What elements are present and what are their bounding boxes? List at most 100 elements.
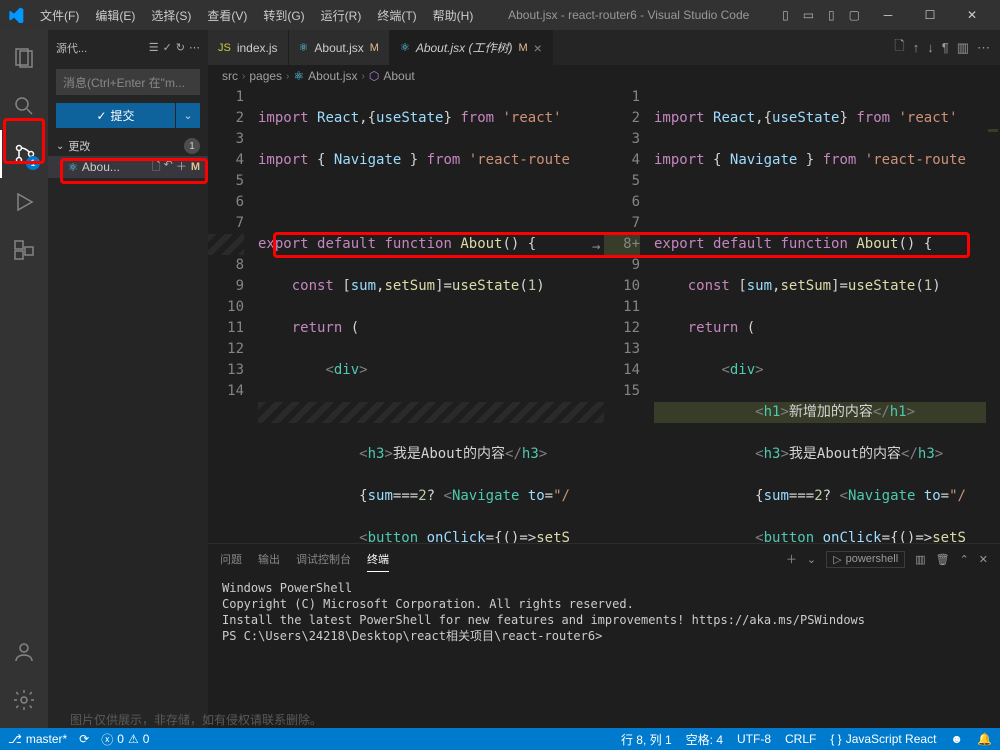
status-sync[interactable]: ⟳ [79, 732, 89, 746]
tab-label: About.jsx (工作树) [416, 39, 513, 56]
commit-button[interactable]: ✓提交 [56, 103, 175, 128]
panel-tab-problems[interactable]: 问题 [220, 547, 242, 571]
tab-modified-badge: M [370, 42, 379, 54]
panel: 问题 输出 调试控制台 终端 ＋ ⌄ ▷powershell ▥ 🗑 ⌃ ✕ W… [208, 543, 1000, 728]
scm-view-tree-icon[interactable]: ☰ [149, 41, 159, 54]
breadcrumbs[interactable]: src› pages› ⚛ About.jsx› ⬡ About [208, 65, 1000, 87]
window-title: About.jsx - react-router6 - Visual Studi… [481, 8, 776, 22]
panel-tab-terminal[interactable]: 终端 [367, 547, 389, 572]
breadcrumb-src[interactable]: src [222, 69, 238, 83]
scm-changed-file[interactable]: ⚛ Abou... 🗋 ↶ ＋ M [48, 156, 208, 178]
status-cursor[interactable]: 行 8, 列 1 [621, 731, 672, 748]
menu-terminal[interactable]: 终端(T) [369, 0, 424, 30]
diff-arrow-icon: → [592, 237, 600, 258]
terminal[interactable]: Windows PowerShell Copyright (C) Microso… [208, 574, 1000, 728]
js-file-icon: JS [218, 42, 231, 54]
scm-refresh-icon[interactable]: ↻ [176, 41, 185, 54]
menu-help[interactable]: 帮助(H) [425, 0, 482, 30]
layout-panel-bottom-icon[interactable]: ▭ [797, 4, 820, 26]
scm-file-name: Abou... [82, 160, 152, 174]
tab-about-jsx-working[interactable]: ⚛ About.jsx (工作树) M × [390, 30, 553, 65]
diff-modified-pane[interactable]: 12345678+9101112131415 import React,{use… [604, 87, 1000, 543]
activity-search[interactable] [0, 82, 48, 130]
status-notifications[interactable]: 🔔 [977, 731, 992, 748]
code-left: import React,{useState} from 'react' imp… [258, 87, 604, 543]
layout-customize-icon[interactable]: ▢ [843, 4, 866, 26]
split-editor-icon[interactable]: ▥ [957, 40, 969, 56]
panel-tab-output[interactable]: 输出 [258, 547, 280, 571]
scm-sidebar: 源代... ☰ ✓ ↻ ⋯ 消息(Ctrl+Enter 在"m... ✓提交 ⌄… [48, 30, 208, 728]
discard-icon[interactable]: ↶ [164, 158, 173, 177]
new-terminal-icon[interactable]: ＋ [786, 551, 797, 567]
breadcrumb-pages[interactable]: pages [249, 69, 282, 83]
scm-message-input[interactable]: 消息(Ctrl+Enter 在"m... [56, 69, 200, 95]
scm-badge: 1 [26, 156, 40, 170]
kill-terminal-icon[interactable]: 🗑 [936, 553, 950, 566]
stage-icon[interactable]: ＋ [176, 158, 187, 177]
scm-commit-check-icon[interactable]: ✓ [163, 41, 172, 54]
menu-run[interactable]: 运行(R) [313, 0, 370, 30]
terminal-profile[interactable]: ▷powershell [826, 551, 905, 568]
status-feedback[interactable]: ☻ [950, 731, 963, 748]
minimap[interactable] [986, 87, 1000, 543]
toggle-whitespace-icon[interactable]: ¶ [942, 40, 949, 55]
status-language[interactable]: { } JavaScript React [830, 731, 936, 748]
menu-edit[interactable]: 编辑(E) [87, 0, 143, 30]
split-terminal-icon[interactable]: ▥ [915, 553, 925, 566]
more-actions-icon[interactable]: ⋯ [977, 40, 990, 56]
window-maximize[interactable]: ☐ [910, 0, 950, 30]
activity-debug[interactable] [0, 178, 48, 226]
gutter-right: 12345678+9101112131415 [604, 87, 654, 543]
open-file-icon[interactable]: 🗋 [152, 158, 161, 177]
activity-explorer[interactable] [0, 34, 48, 82]
go-to-file-icon[interactable]: 🗋 [894, 37, 904, 59]
activity-extensions[interactable] [0, 226, 48, 274]
activity-settings[interactable] [0, 676, 48, 724]
activity-scm[interactable]: 1 [0, 130, 48, 178]
react-file-icon: ⚛ [68, 161, 78, 174]
next-change-icon[interactable]: ↓ [927, 40, 934, 55]
close-icon[interactable]: × [534, 40, 542, 56]
commit-dropdown[interactable]: ⌄ [176, 103, 200, 128]
scm-changes-count: 1 [184, 138, 200, 154]
diff-original-pane[interactable]: 1234567 891011121314 import React,{useSt… [208, 87, 604, 543]
tab-modified-badge: M [519, 42, 528, 54]
status-indent[interactable]: 空格: 4 [686, 731, 723, 748]
new-terminal-dropdown[interactable]: ⌄ [807, 553, 816, 566]
react-file-icon: ⚛ [400, 41, 410, 54]
breadcrumb-file[interactable]: ⚛ About.jsx [293, 69, 357, 83]
menu-file[interactable]: 文件(F) [32, 0, 87, 30]
scm-changes-section[interactable]: ⌄ 更改 1 [48, 136, 208, 156]
status-branch[interactable]: ⎇ master* [8, 732, 67, 746]
tab-label: About.jsx [314, 41, 363, 55]
scm-more-icon[interactable]: ⋯ [189, 41, 200, 54]
layout-panel-left-icon[interactable]: ▯ [776, 4, 795, 26]
layout-panel-right-icon[interactable]: ▯ [822, 4, 841, 26]
close-panel-icon[interactable]: ✕ [979, 553, 988, 566]
breadcrumb-symbol[interactable]: ⬡ About [369, 69, 415, 83]
tab-label: index.js [237, 41, 278, 55]
maximize-panel-icon[interactable]: ⌃ [960, 553, 969, 566]
code-right: import React,{useState} from 'react' imp… [654, 87, 1000, 543]
tab-index-js[interactable]: JS index.js [208, 30, 289, 65]
diff-editor[interactable]: 1234567 891011121314 import React,{useSt… [208, 87, 1000, 543]
status-encoding[interactable]: UTF-8 [737, 731, 771, 748]
window-minimize[interactable]: ─ [868, 0, 908, 30]
react-file-icon: ⚛ [299, 41, 309, 54]
status-eol[interactable]: CRLF [785, 731, 816, 748]
window-close[interactable]: ✕ [952, 0, 992, 30]
menu-go[interactable]: 转到(G) [255, 0, 312, 30]
activity-account[interactable] [0, 628, 48, 676]
scm-file-status: M [191, 161, 200, 173]
status-problems[interactable]: ⓧ 0 ⚠ 0 [101, 731, 149, 748]
panel-tab-debug[interactable]: 调试控制台 [296, 547, 351, 571]
titlebar: 文件(F) 编辑(E) 选择(S) 查看(V) 转到(G) 运行(R) 终端(T… [0, 0, 1000, 30]
prev-change-icon[interactable]: ↑ [913, 40, 920, 55]
tabs: JS index.js ⚛ About.jsx M ⚛ About.jsx (工… [208, 30, 1000, 65]
menu-view[interactable]: 查看(V) [199, 0, 255, 30]
menu-selection[interactable]: 选择(S) [143, 0, 199, 30]
vscode-logo-icon [8, 7, 24, 23]
sidebar-title: 源代... [56, 40, 149, 56]
editor-area: JS index.js ⚛ About.jsx M ⚛ About.jsx (工… [208, 30, 1000, 728]
tab-about-jsx[interactable]: ⚛ About.jsx M [289, 30, 390, 65]
